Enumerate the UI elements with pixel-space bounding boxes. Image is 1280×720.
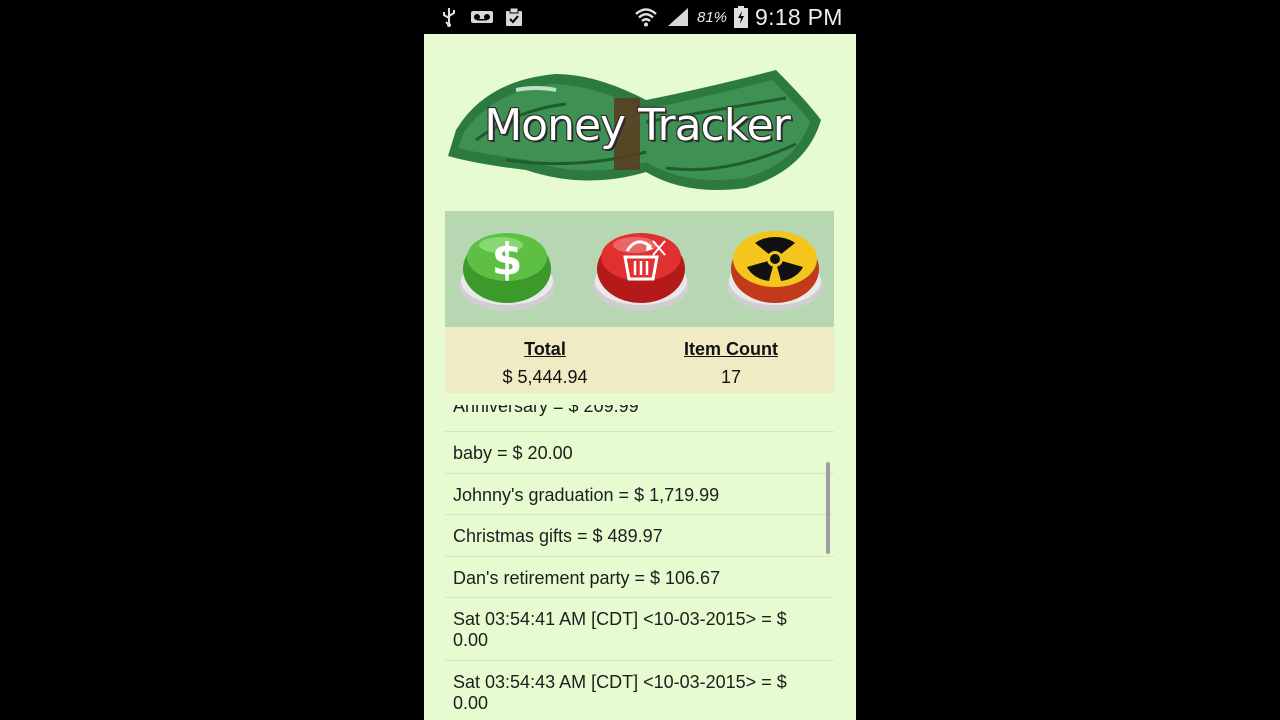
summary-panel: Total $ 5,444.94 Item Count 17 [445,327,834,393]
voicemail-icon [470,7,494,27]
signal-icon [666,7,690,27]
battery-percent: 81% [697,9,728,26]
add-money-button[interactable]: $ [457,219,557,319]
total-value: $ 5,444.94 [502,367,588,387]
list-item[interactable]: Sat 03:54:43 AM [CDT] <10-03-2015> = $ 0… [445,661,834,720]
list-item[interactable]: Anniversary = $ 209.99 [445,405,834,432]
app-screen: Money Tracker $ Total $ 5,444.94 Item Co… [424,34,856,720]
app-logo: Money Tracker [446,60,828,200]
list-item[interactable]: Johnny's graduation = $ 1,719.99 [445,474,834,515]
total-column: Total $ 5,444.94 [485,339,605,388]
list-item[interactable]: baby = $ 20.00 [445,432,834,474]
logo-text: Money Tracker [484,100,791,151]
battery-charging-icon [733,6,749,28]
action-button-panel: $ [445,211,834,327]
list-item[interactable]: Sat 03:54:41 AM [CDT] <10-03-2015> = $ 0… [445,598,834,661]
clock-time: 9:18 PM [755,4,843,30]
list-scrollbar[interactable] [826,462,830,554]
delete-item-button[interactable] [591,219,691,319]
item-count-value: 17 [720,367,742,387]
expense-list[interactable]: Anniversary = $ 209.99 baby = $ 20.00 Jo… [445,405,834,720]
usb-icon [440,7,458,27]
list-item[interactable]: Dan's retirement party = $ 106.67 [445,557,834,598]
item-count-column: Item Count 17 [675,339,787,388]
dollar-icon: $ [492,234,523,285]
item-count-label: Item Count [684,339,778,359]
reset-all-button[interactable] [725,219,825,319]
clipboard-icon [503,7,525,27]
total-label: Total [524,339,566,359]
list-item[interactable]: Christmas gifts = $ 489.97 [445,515,834,557]
wifi-icon [634,7,658,27]
status-bar: 81% 9:18 PM [424,0,856,34]
